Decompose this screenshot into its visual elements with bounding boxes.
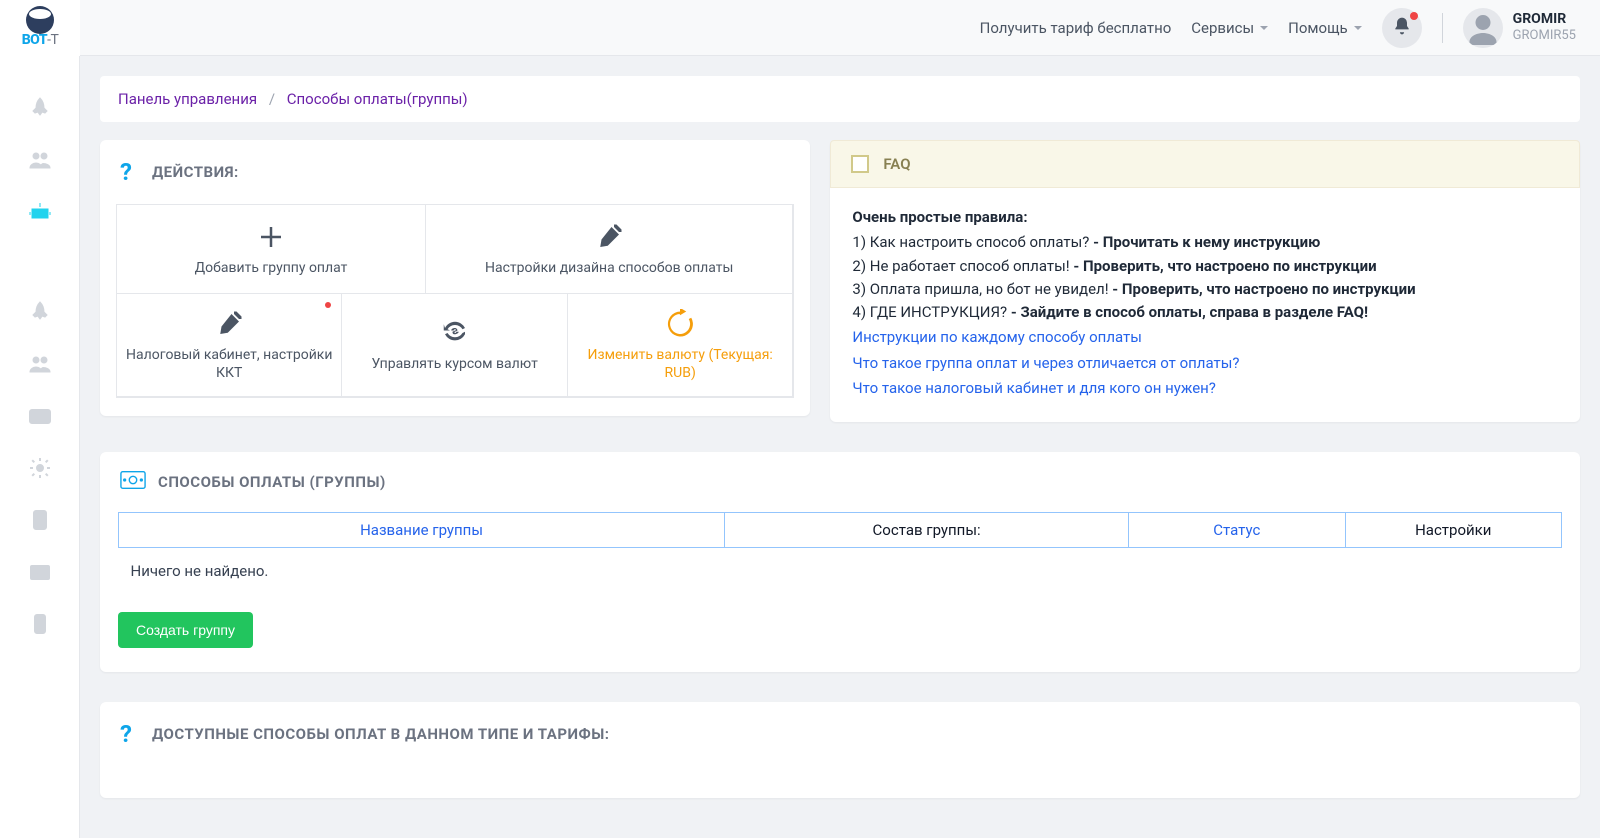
user-menu[interactable]: GROMIR GROMIR55: [1463, 8, 1576, 48]
bell-icon: [1392, 16, 1412, 40]
sidebar-rocket-icon[interactable]: [28, 96, 52, 120]
col-status[interactable]: Статус: [1129, 513, 1345, 548]
breadcrumb-current: Способы оплаты(группы): [287, 90, 468, 108]
main-content: Панель управления / Способы оплаты(групп…: [80, 56, 1600, 838]
action-add-group[interactable]: Добавить группу оплат: [116, 204, 426, 294]
breadcrumb: Панель управления / Способы оплаты(групп…: [100, 76, 1580, 122]
action-tax-cabinet-label: Налоговый кабинет, настройки ККТ: [125, 346, 333, 382]
sidebar-tablet-icon[interactable]: [28, 508, 52, 532]
notification-dot: [1410, 12, 1418, 20]
faq-banner[interactable]: FAQ: [830, 140, 1580, 188]
user-name: GROMIR: [1513, 11, 1576, 28]
chevron-down-icon: [1354, 26, 1362, 30]
money-icon: [120, 470, 146, 494]
faq-card: FAQ Очень простые правила: 1) Как настро…: [830, 140, 1580, 422]
faq-banner-label: FAQ: [883, 155, 910, 173]
sidebar-mail-icon[interactable]: [28, 560, 52, 584]
sidebar-users-icon[interactable]: [28, 148, 52, 172]
design-icon: [594, 221, 624, 253]
action-change-currency-label: Изменить валюту (Текущая: RUB): [576, 346, 784, 382]
empty-text: Ничего не найдено.: [119, 548, 1562, 595]
app-header: BOT-T Получить тариф бесплатно Сервисы П…: [0, 0, 1600, 56]
notifications-button[interactable]: [1382, 8, 1422, 48]
avatar: [1463, 8, 1503, 48]
question-icon: [120, 158, 140, 186]
faq-rule-1: 1) Как настроить способ оплаты? - Прочит…: [852, 231, 1558, 254]
question-icon: [120, 720, 140, 748]
actions-title: ДЕЙСТВИЯ:: [152, 163, 239, 181]
action-change-currency[interactable]: Изменить валюту (Текущая: RUB): [567, 293, 793, 397]
sidebar: [0, 56, 80, 838]
groups-title: СПОСОБЫ ОПЛАТЫ (ГРУППЫ): [158, 473, 386, 491]
sidebar-bot-icon[interactable]: [28, 200, 52, 224]
nav-help-label: Помощь: [1288, 19, 1348, 37]
faq-rule-2: 2) Не работает способ оплаты! - Проверит…: [852, 255, 1558, 278]
col-settings: Настройки: [1345, 513, 1561, 548]
breadcrumb-dashboard[interactable]: Панель управления: [118, 90, 257, 108]
groups-table: Название группы Состав группы: Статус На…: [118, 512, 1562, 594]
faq-link-group[interactable]: Что такое группа оплат и через отличаетс…: [852, 352, 1558, 375]
reload-icon: [665, 308, 695, 340]
table-row-empty: Ничего не найдено.: [119, 548, 1562, 595]
notification-dot: [325, 302, 331, 308]
sidebar-users2-icon[interactable]: [28, 352, 52, 376]
action-tax-cabinet[interactable]: Налоговый кабинет, настройки ККТ: [116, 293, 342, 397]
nav-help[interactable]: Помощь: [1288, 19, 1362, 37]
edit-icon: [214, 308, 244, 340]
available-title: ДОСТУПНЫЕ СПОСОБЫ ОПЛАТ В ДАННОМ ТИПЕ И …: [152, 725, 610, 743]
faq-body: Очень простые правила: 1) Как настроить …: [830, 188, 1580, 422]
sidebar-gear-icon[interactable]: [28, 456, 52, 480]
actions-card: ДЕЙСТВИЯ: Добавить группу оплат Настройк…: [100, 140, 810, 416]
logo[interactable]: BOT-T: [0, 0, 80, 56]
plus-icon: [256, 221, 286, 253]
action-currency-rate-label: Управлять курсом валют: [372, 355, 538, 373]
sidebar-rocket2-icon[interactable]: [28, 300, 52, 324]
faq-link-instructions[interactable]: Инструкции по каждому способу оплаты: [852, 326, 1558, 349]
action-design-settings[interactable]: Настройки дизайна способов оплаты: [425, 204, 793, 294]
col-name[interactable]: Название группы: [119, 513, 725, 548]
user-login: GROMIR55: [1513, 28, 1576, 44]
sidebar-phone-icon[interactable]: [28, 612, 52, 636]
faq-checkbox[interactable]: [851, 155, 869, 173]
faq-link-tax[interactable]: Что такое налоговый кабинет и для кого о…: [852, 377, 1558, 400]
action-currency-rate[interactable]: Управлять курсом валют: [341, 293, 567, 397]
nav-services[interactable]: Сервисы: [1191, 19, 1268, 37]
col-members: Состав группы:: [725, 513, 1129, 548]
nav-get-tariff-label: Получить тариф бесплатно: [980, 19, 1172, 37]
faq-rules-title: Очень простые правила:: [852, 206, 1558, 229]
action-add-group-label: Добавить группу оплат: [195, 259, 348, 277]
nav-services-label: Сервисы: [1191, 19, 1254, 37]
sidebar-card-icon[interactable]: [28, 404, 52, 428]
divider: [1442, 13, 1443, 43]
faq-rule-3: 3) Оплата пришла, но бот не увидел! - Пр…: [852, 278, 1558, 301]
action-design-settings-label: Настройки дизайна способов оплаты: [485, 259, 733, 277]
nav-get-tariff[interactable]: Получить тариф бесплатно: [980, 19, 1172, 37]
available-card: ДОСТУПНЫЕ СПОСОБЫ ОПЛАТ В ДАННОМ ТИПЕ И …: [100, 702, 1580, 798]
create-group-button[interactable]: Создать группу: [118, 612, 253, 648]
chevron-down-icon: [1260, 26, 1268, 30]
groups-card: СПОСОБЫ ОПЛАТЫ (ГРУППЫ) Название группы …: [100, 452, 1580, 672]
faq-rule-4: 4) ГДЕ ИНСТРУКЦИЯ? - Зайдите в способ оп…: [852, 301, 1558, 324]
breadcrumb-sep: /: [269, 90, 275, 108]
exchange-icon: [440, 317, 470, 349]
